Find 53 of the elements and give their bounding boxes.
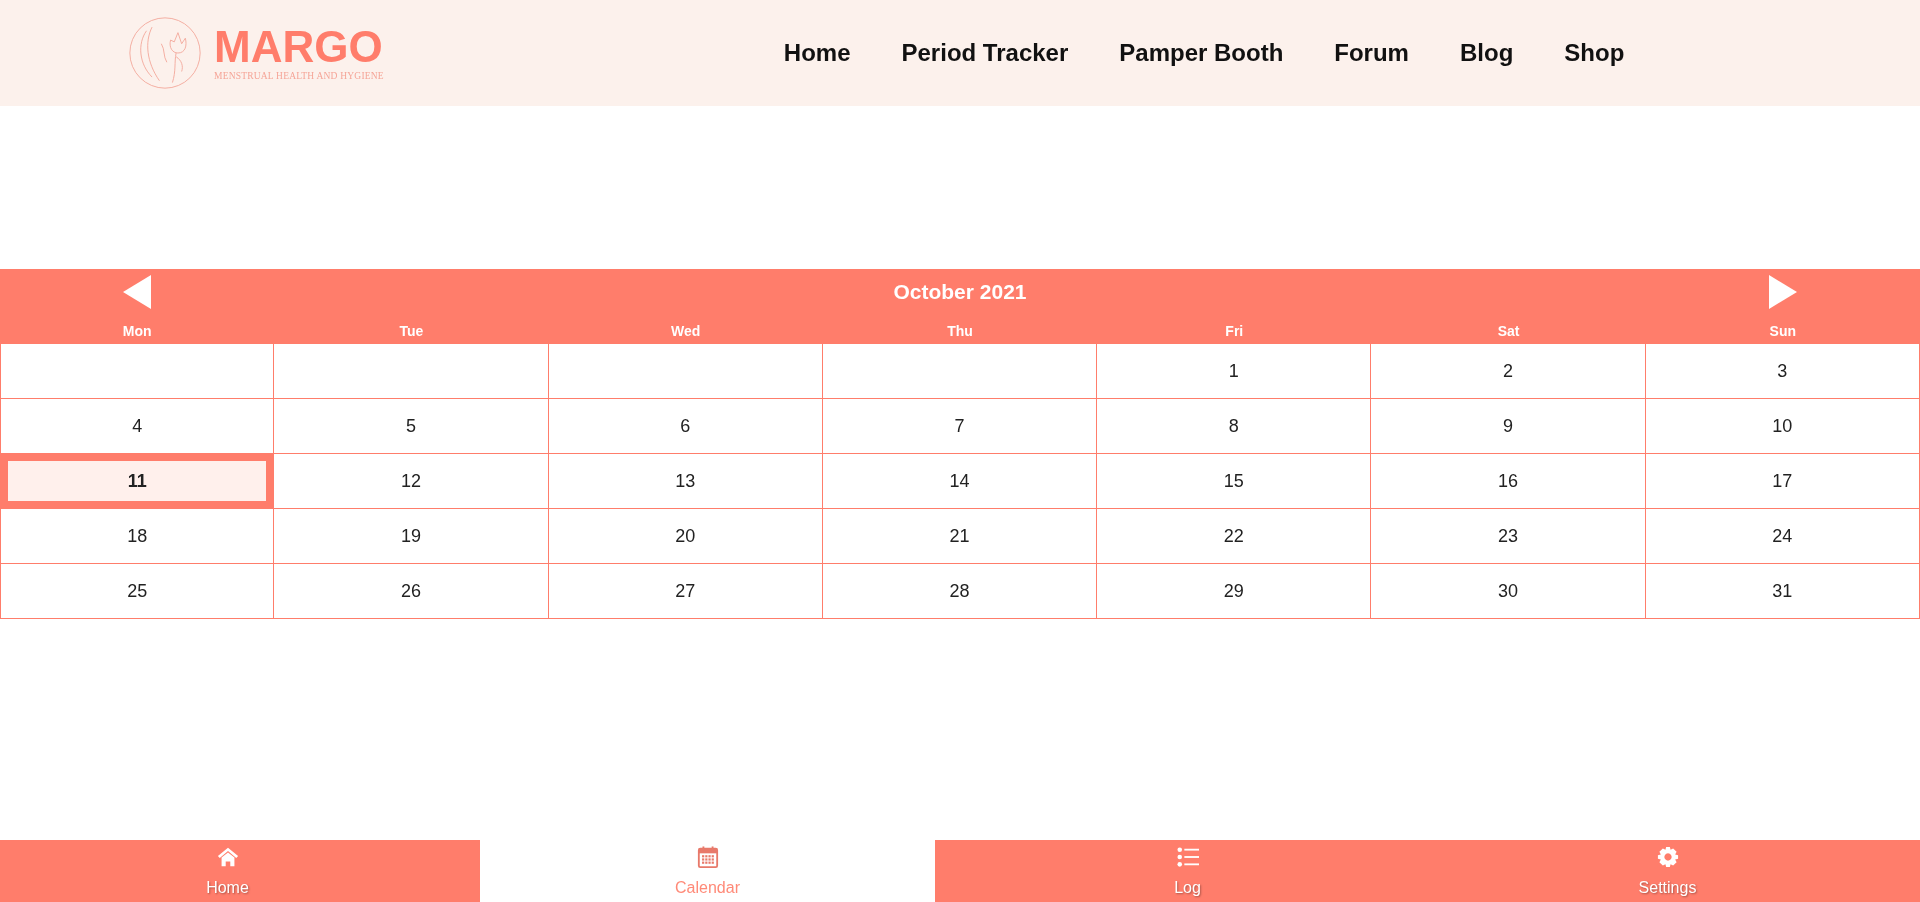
weekday-label: Mon [122, 323, 152, 339]
list-icon [1176, 846, 1199, 868]
day-cell[interactable]: 13 [548, 454, 823, 509]
day-cell[interactable]: 25 [0, 564, 275, 619]
day-cell[interactable]: 2 [1371, 344, 1646, 399]
day-cell[interactable]: 4 [0, 399, 275, 454]
day-cell[interactable]: 27 [548, 564, 823, 619]
weekday-label: Tue [399, 323, 424, 339]
day-cell[interactable]: 30 [1371, 564, 1646, 619]
weekday-label: Fri [1225, 323, 1244, 339]
nav-link[interactable]: Pamper Booth [1119, 35, 1284, 71]
day-cell[interactable]: 15 [1097, 454, 1372, 509]
day-cell[interactable]: 6 [548, 399, 823, 454]
house-icon [216, 846, 239, 868]
day-cell[interactable]: 16 [1371, 454, 1646, 509]
nav-link[interactable]: Period Tracker [901, 35, 1069, 71]
day-cell[interactable]: 26 [274, 564, 549, 619]
logo-tagline: MENSTRUAL HEALTH AND HYGIENE [214, 70, 384, 81]
settings-icon [1656, 846, 1679, 868]
day-cell[interactable]: 18 [0, 509, 275, 564]
day-cell[interactable]: 14 [822, 454, 1098, 509]
day-cell[interactable]: 12 [274, 454, 549, 509]
flower-emblem-icon [128, 16, 202, 90]
weekday-label: Sun [1769, 323, 1797, 339]
weekday-label: Sat [1497, 323, 1520, 339]
day-cell[interactable]: 24 [1645, 509, 1920, 564]
day-cell[interactable]: 31 [1645, 564, 1920, 619]
weekday-label: Thu [947, 323, 973, 339]
day-cell[interactable]: 11 [0, 454, 275, 509]
day-cell[interactable]: 22 [1097, 509, 1372, 564]
day-cell[interactable]: 21 [822, 509, 1098, 564]
nav-link[interactable]: Blog [1459, 35, 1514, 71]
day-cell[interactable]: 1 [1097, 344, 1372, 399]
day-cell[interactable]: 20 [548, 509, 823, 564]
day-cell[interactable]: 8 [1097, 399, 1372, 454]
weekday-label: Wed [671, 323, 701, 339]
day-cell[interactable]: 5 [274, 399, 549, 454]
month-title: October 2021 [892, 280, 1028, 304]
day-cell[interactable]: 7 [822, 399, 1098, 454]
day-cell[interactable]: 3 [1645, 344, 1920, 399]
next-month-icon[interactable] [1769, 275, 1797, 309]
day-cell[interactable]: 23 [1371, 509, 1646, 564]
previous-month-icon[interactable] [123, 275, 151, 309]
nav-link[interactable]: Home [783, 35, 851, 71]
day-cell[interactable]: 29 [1097, 564, 1372, 619]
day-cell[interactable]: 28 [822, 564, 1098, 619]
nav-link[interactable]: Forum [1334, 35, 1409, 71]
day-cell[interactable]: 17 [1645, 454, 1920, 509]
day-cell[interactable]: 10 [1645, 399, 1920, 454]
day-cell[interactable]: 9 [1371, 399, 1646, 454]
nav-link[interactable]: Shop [1564, 35, 1625, 71]
day-cell[interactable]: 19 [274, 509, 549, 564]
calendar-icon [696, 846, 719, 868]
